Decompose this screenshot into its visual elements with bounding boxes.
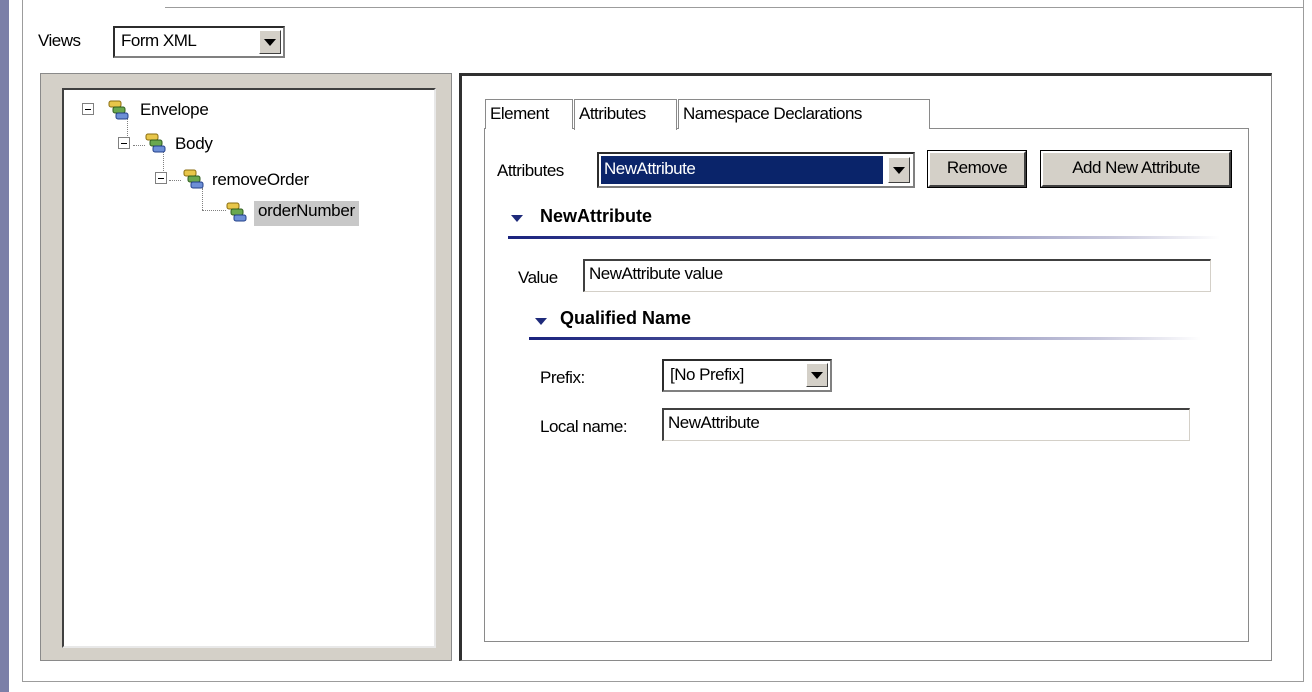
prefix-label: Prefix:: [540, 368, 585, 387]
value-label: Value: [518, 268, 558, 287]
remove-button[interactable]: Remove: [927, 150, 1027, 188]
element-icon: [108, 100, 129, 120]
attributes-selected-value: NewAttribute: [601, 156, 883, 184]
element-icon: [226, 202, 247, 222]
minus-icon: [155, 172, 167, 184]
prefix-dropdown-button[interactable]: [806, 363, 828, 387]
tab-element[interactable]: Element: [485, 99, 573, 129]
tree-node-ordernumber[interactable]: orderNumber: [254, 201, 359, 226]
tab-label: Element: [490, 104, 549, 123]
local-name-field-text: NewAttribute: [668, 413, 760, 432]
add-new-attribute-button[interactable]: Add New Attribute: [1040, 150, 1232, 188]
views-dropdown[interactable]: Form XML: [113, 26, 285, 58]
chevron-down-icon: [811, 372, 823, 379]
minus-icon: [82, 103, 94, 115]
tab-attributes[interactable]: Attributes: [574, 99, 677, 130]
collapse-toggle[interactable]: [118, 137, 132, 151]
collapse-toggle[interactable]: [155, 172, 169, 186]
tree-node-envelope[interactable]: Envelope: [140, 100, 209, 120]
element-icon: [183, 169, 204, 189]
attributes-dropdown[interactable]: NewAttribute: [597, 152, 915, 188]
collapse-triangle-icon[interactable]: [511, 215, 523, 222]
attributes-label: Attributes: [497, 161, 564, 180]
views-label: Views: [38, 31, 81, 50]
section-title: NewAttribute: [540, 206, 652, 226]
views-selected-value: Form XML: [121, 31, 197, 50]
section-divider: [508, 236, 1220, 239]
value-field[interactable]: NewAttribute value: [583, 259, 1211, 292]
qualified-name-title: Qualified Name: [560, 308, 692, 328]
views-dropdown-button[interactable]: [259, 30, 281, 54]
tree-line: [202, 210, 226, 211]
local-name-label: Local name:: [540, 417, 628, 436]
prefix-dropdown[interactable]: [No Prefix]: [662, 359, 832, 392]
chevron-down-icon: [893, 167, 905, 174]
collapse-triangle-icon[interactable]: [535, 318, 547, 325]
frame-divider: [165, 7, 1304, 8]
chevron-down-icon: [264, 39, 276, 46]
prefix-selected-value: [No Prefix]: [670, 365, 744, 384]
tree-line: [169, 180, 181, 181]
element-icon: [145, 133, 166, 153]
attributes-dropdown-button[interactable]: [888, 157, 910, 183]
tree-line: [202, 188, 203, 210]
tree-node-removeorder[interactable]: removeOrder: [212, 170, 309, 190]
minus-icon: [118, 137, 130, 149]
local-name-field[interactable]: NewAttribute: [662, 408, 1190, 441]
tree-node-body[interactable]: Body: [175, 134, 213, 154]
tab-label: Attributes: [579, 104, 646, 123]
collapse-toggle[interactable]: [82, 103, 96, 117]
qualified-name-divider: [529, 337, 1201, 340]
tab-label: Namespace Declarations: [683, 104, 862, 123]
value-field-text: NewAttribute value: [589, 264, 723, 283]
window-edge: [0, 0, 9, 692]
tab-namespace-declarations[interactable]: Namespace Declarations: [678, 99, 930, 129]
tree-line: [133, 145, 145, 146]
